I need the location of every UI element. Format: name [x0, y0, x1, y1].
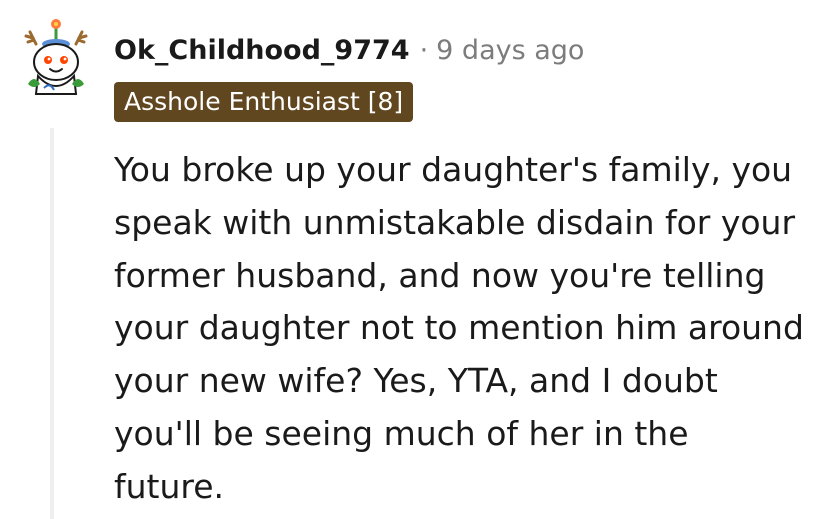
username-link[interactable]: Ok_Childhood_9774 [114, 35, 410, 66]
timestamp-link[interactable]: 9 days ago [436, 35, 584, 66]
snoo-avatar-icon[interactable] [14, 14, 98, 98]
comment: Ok_Childhood_9774 · 9 days ago Asshole E… [0, 0, 820, 519]
user-flair-badge: Asshole Enthusiast [8] [114, 82, 414, 122]
comment-meta: Ok_Childhood_9774 · 9 days ago [114, 30, 584, 70]
comment-body: You broke up your daughter's family, you… [114, 150, 804, 506]
meta-separator: · [419, 34, 429, 66]
thread-collapse-line[interactable] [50, 128, 54, 519]
